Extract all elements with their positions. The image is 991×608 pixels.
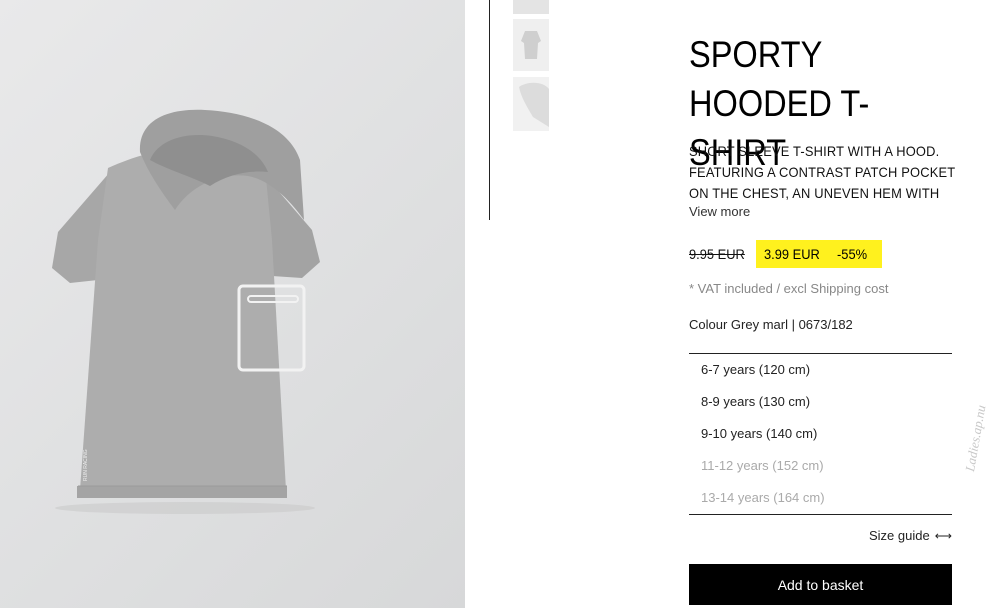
size-option-13-14[interactable]: 13-14 years (164 cm) [701,490,825,505]
original-price: 9.95 EUR [689,246,745,262]
thumbnail-3[interactable] [513,77,549,131]
description-line: FEATURING A CONTRAST PATCH POCKET [689,164,956,180]
tshirt-illustration: RUN RACING [52,109,320,514]
sale-price: 3.99 EUR [764,246,820,262]
product-main-image[interactable]: RUN RACING [0,0,465,608]
size-guide-link[interactable]: Size guide ⟷ [869,528,952,543]
gallery-divider [489,0,490,220]
thumbnail-2[interactable] [513,19,549,71]
product-description: SHORT SLEEVE T-SHIRT WITH A HOOD. FEATUR… [689,141,965,204]
colour-info: Colour Grey marl | 0673/182 [689,317,853,332]
size-option-9-10[interactable]: 9-10 years (140 cm) [701,426,817,441]
sale-price-badge: 3.99 EUR -55% [756,240,882,268]
watermark: Ladies.ap.nu [962,403,989,473]
size-guide-label: Size guide [869,528,930,543]
product-title-line-1: SPORTY [689,34,823,75]
discount-percent: -55% [836,246,867,262]
thumbnail-1[interactable] [513,0,549,14]
size-option-8-9[interactable]: 8-9 years (130 cm) [701,394,810,409]
garment-print: RUN RACING [83,449,89,481]
size-option-6-7[interactable]: 6-7 years (120 cm) [701,362,810,377]
ruler-arrows-icon: ⟷ [934,528,952,543]
description-line: SHORT SLEEVE T-SHIRT WITH A HOOD. [689,143,940,159]
view-more-link[interactable]: View more [689,204,750,219]
size-selector: 6-7 years (120 cm) 8-9 years (130 cm) 9-… [689,353,952,515]
add-to-basket-button[interactable]: Add to basket [689,564,952,605]
description-line: ON THE CHEST, AN UNEVEN HEM WITH [689,185,940,201]
size-option-11-12[interactable]: 11-12 years (152 cm) [701,458,824,473]
vat-note: * VAT included / excl Shipping cost [689,281,889,296]
